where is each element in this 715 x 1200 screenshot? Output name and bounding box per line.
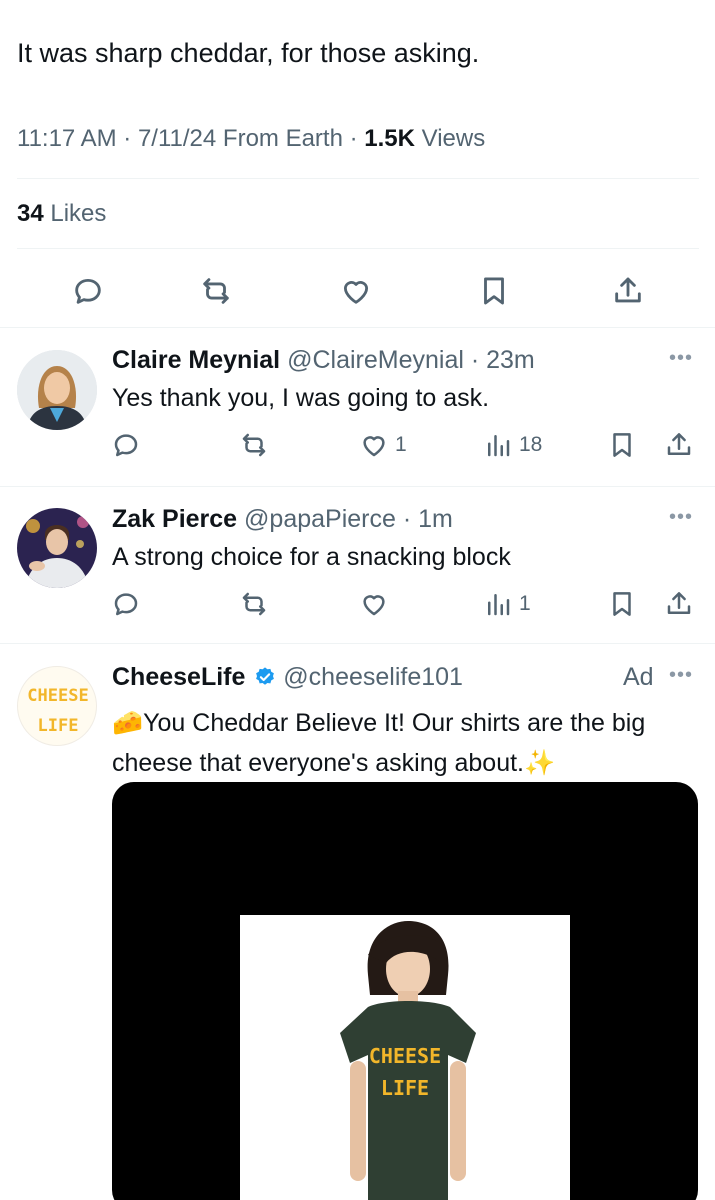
ad-media[interactable]: CHEESE LIFE xyxy=(112,782,698,1200)
logo-text-line2: LIFE xyxy=(37,716,79,736)
view-count: 1 xyxy=(519,592,531,615)
bookmark-button[interactable] xyxy=(607,427,637,463)
share-button[interactable] xyxy=(664,427,694,463)
share-icon xyxy=(615,277,641,303)
author-handle[interactable]: @cheeselife101 xyxy=(283,663,463,691)
verified-badge-icon xyxy=(254,666,276,688)
like-icon xyxy=(363,595,385,616)
like-button[interactable]: 1 xyxy=(359,427,407,463)
ad-image: CHEESE LIFE xyxy=(240,915,570,1200)
like-count: 1 xyxy=(395,433,407,456)
reply-header: Claire Meynial @ClaireMeynial · 23m xyxy=(112,346,535,375)
bookmark-icon xyxy=(613,592,631,616)
like-icon xyxy=(363,436,385,457)
shirt-text-line2: LIFE xyxy=(380,1076,430,1100)
logo-text-line1: CHEESE xyxy=(27,686,89,706)
bookmark-button[interactable] xyxy=(607,586,637,622)
reply-icon xyxy=(114,434,138,457)
more-options-icon[interactable]: ••• xyxy=(669,664,693,687)
divider xyxy=(0,327,715,328)
bookmark-icon xyxy=(613,433,631,457)
author-name[interactable]: Zak Pierce xyxy=(112,505,237,533)
share-button[interactable] xyxy=(603,266,653,316)
ad-logo[interactable]: CHEESE LIFE xyxy=(17,666,97,746)
author-handle[interactable]: @ClaireMeynial xyxy=(280,346,464,374)
ad-header: CheeseLife @cheeselife101 xyxy=(112,663,463,692)
retweet-button[interactable] xyxy=(239,586,269,622)
like-button[interactable] xyxy=(359,586,389,622)
author-name[interactable]: Claire Meynial xyxy=(112,346,280,374)
bookmark-icon xyxy=(484,277,504,305)
views-label: Views xyxy=(414,125,486,152)
reply-icon xyxy=(114,593,138,616)
divider xyxy=(0,643,715,644)
divider xyxy=(17,248,699,249)
reply-button[interactable] xyxy=(111,586,141,622)
share-icon xyxy=(667,433,691,455)
reply-icon xyxy=(75,278,101,304)
tweet-meta: 11:17 AM · 7/11/24 From Earth · 1.5K Vie… xyxy=(17,125,485,153)
reply-text: Yes thank you, I was going to ask. xyxy=(112,384,490,412)
views-icon xyxy=(488,435,510,457)
retweet-button[interactable] xyxy=(239,427,269,463)
avatar[interactable] xyxy=(17,508,97,588)
retweet-icon xyxy=(203,278,229,304)
tweet-timestamp[interactable]: 11:17 AM · 7/11/24 From Earth · xyxy=(17,125,364,152)
more-options-icon[interactable]: ••• xyxy=(669,506,693,529)
author-name[interactable]: CheeseLife xyxy=(112,663,245,691)
likes-label: Likes xyxy=(43,200,107,227)
reply-time: · 23m xyxy=(463,346,535,374)
reply-button[interactable] xyxy=(111,427,141,463)
reply-button[interactable] xyxy=(63,266,113,316)
views-icon xyxy=(488,594,510,616)
reply-header: Zak Pierce @papaPierce · 1m xyxy=(112,505,453,534)
divider xyxy=(17,178,699,179)
retweet-button[interactable] xyxy=(191,266,241,316)
tweet-action-bar xyxy=(0,266,715,316)
reply-text: A strong choice for a snacking block xyxy=(112,543,511,571)
avatar[interactable] xyxy=(17,350,97,430)
views-count: 1.5K xyxy=(364,125,415,152)
likes-count: 34 xyxy=(17,200,44,227)
reply-time: · 1m xyxy=(395,505,453,533)
ad-label: Ad xyxy=(623,663,654,691)
tweet-text: It was sharp cheddar, for those asking. xyxy=(17,38,480,68)
author-handle[interactable]: @papaPierce xyxy=(237,505,396,533)
bookmark-button[interactable] xyxy=(469,266,519,316)
like-icon xyxy=(343,281,369,304)
more-options-icon[interactable]: ••• xyxy=(669,347,693,370)
share-icon xyxy=(667,592,691,614)
views-button[interactable]: 18 xyxy=(483,427,542,463)
view-count: 18 xyxy=(519,433,543,456)
share-button[interactable] xyxy=(664,586,694,622)
views-button[interactable]: 1 xyxy=(483,586,531,622)
ad-text: 🧀You Cheddar Believe It! Our shirts are … xyxy=(112,709,646,777)
shirt-text-line1: CHEESE xyxy=(368,1044,442,1068)
likes-summary[interactable]: 34 Likes xyxy=(17,200,106,228)
retweet-icon xyxy=(242,433,266,457)
retweet-icon xyxy=(242,592,266,616)
like-button[interactable] xyxy=(331,266,381,316)
divider xyxy=(0,486,715,487)
